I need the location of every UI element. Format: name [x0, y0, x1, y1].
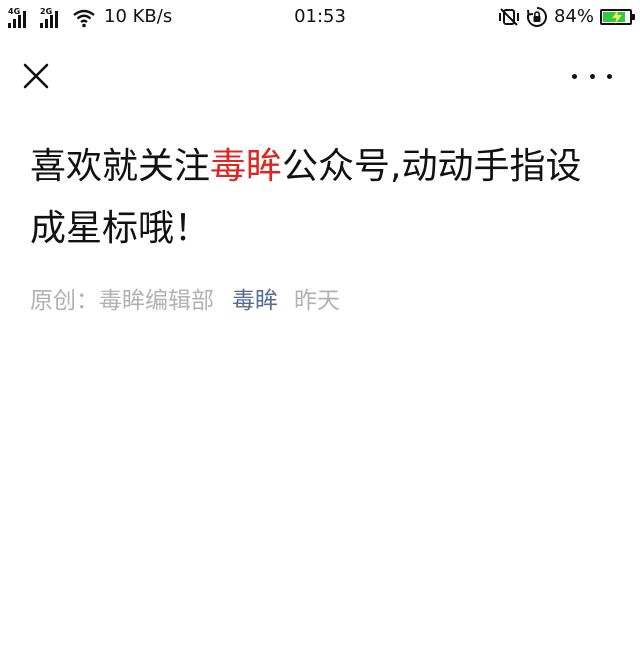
- battery-percent: 84%: [553, 6, 594, 27]
- original-author-label: 原创：毒眸编辑部: [30, 288, 214, 314]
- article-meta: 原创：毒眸编辑部 毒眸 昨天: [30, 284, 340, 318]
- rotation-lock-icon: [526, 7, 547, 27]
- more-icon[interactable]: [572, 62, 612, 90]
- status-bar-right: 84%: [498, 6, 635, 28]
- article-title: 喜欢就关注毒眸公众号,动动手指设成星标哦！: [30, 136, 615, 260]
- vibrate-off-icon: [498, 8, 519, 26]
- status-bar: 4G 2G 10 KB/s 01:53 84%: [0, 0, 640, 34]
- charging-icon: [612, 10, 622, 24]
- close-icon[interactable]: [20, 60, 52, 92]
- title-text-before: 喜欢就关注: [30, 146, 211, 187]
- account-name-link[interactable]: 毒眸: [232, 288, 278, 314]
- title-highlight: 毒眸: [210, 146, 283, 187]
- nav-bar: [0, 50, 640, 100]
- publish-date: 昨天: [294, 288, 340, 314]
- battery-icon: [600, 9, 635, 25]
